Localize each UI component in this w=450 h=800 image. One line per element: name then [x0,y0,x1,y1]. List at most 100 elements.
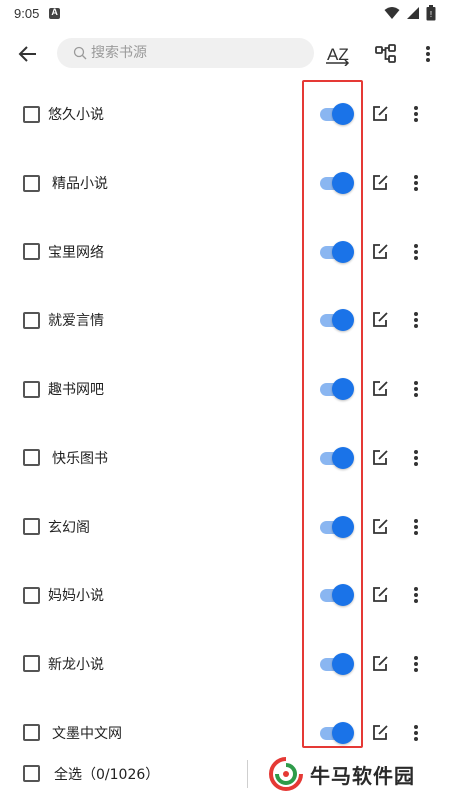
edit-button[interactable] [370,517,390,537]
list-item[interactable]: 悠久小说 [0,80,450,149]
source-name: 趣书网吧 [48,382,104,399]
row-checkbox[interactable] [23,586,40,604]
list-item[interactable]: 妈妈小说 [0,561,450,630]
edit-button[interactable] [370,585,390,605]
list-item[interactable]: 快乐图书 [0,424,450,493]
enable-switch[interactable] [320,652,354,675]
search-input[interactable] [91,45,311,61]
row-more-button[interactable] [406,173,426,193]
list-item[interactable]: 新龙小说 [0,630,450,699]
more-vert-icon [414,449,418,466]
source-name: 玄幻阁 [48,519,90,536]
row-more-button[interactable] [406,517,426,537]
edit-icon [373,656,388,671]
source-name: 妈妈小说 [48,588,104,605]
enable-switch[interactable] [320,446,354,469]
edit-button[interactable] [370,242,390,262]
list-item[interactable]: 玄幻阁 [0,492,450,561]
row-checkbox[interactable] [23,105,40,123]
enable-switch[interactable] [320,240,354,263]
more-vert-icon [426,46,430,62]
watermark-logo-icon [269,757,303,791]
more-vert-icon [414,175,418,192]
sort-az-icon: AZ [326,45,350,66]
edit-icon [373,312,388,328]
row-more-button[interactable] [406,723,426,743]
enable-switch[interactable] [320,721,354,744]
row-checkbox[interactable] [23,724,40,742]
row-more-button[interactable] [406,104,426,124]
wifi-icon [384,7,400,19]
row-checkbox[interactable] [23,243,40,261]
edit-icon [373,724,388,740]
list-item[interactable]: 就爱言情 [0,286,450,355]
more-vert-icon [414,724,418,741]
edit-button[interactable] [370,379,390,399]
enable-switch[interactable] [320,172,354,195]
row-more-button[interactable] [406,242,426,262]
edit-icon [373,243,388,259]
source-name: 新龙小说 [48,656,104,673]
source-name: 快乐图书 [52,450,108,467]
bottom-bar: 全选（0/1026） 牛马软件园 [0,756,450,800]
divider [247,760,248,788]
battery-icon: ! [426,5,436,21]
search-icon [73,46,87,60]
watermark-text: 牛马软件园 [310,763,415,788]
sort-button[interactable]: AZ [322,40,354,68]
more-vert-icon [414,106,418,123]
row-more-button[interactable] [406,448,426,468]
more-vert-icon [414,587,418,604]
signal-icon [407,7,419,19]
search-bar[interactable] [57,38,314,68]
row-checkbox[interactable] [23,380,40,398]
enable-switch[interactable] [320,378,354,401]
list-item[interactable]: 精品小说 [0,149,450,218]
edit-button[interactable] [370,448,390,468]
source-name: 文墨中文网 [52,725,122,742]
more-options-button[interactable] [414,40,442,68]
back-button[interactable] [14,40,42,68]
edit-button[interactable] [370,310,390,330]
row-checkbox[interactable] [23,174,40,192]
select-all-label[interactable]: 全选（0/1026） [54,764,159,784]
edit-button[interactable] [370,173,390,193]
row-checkbox[interactable] [23,311,40,329]
watermark: 牛马软件园 [268,756,415,792]
edit-button[interactable] [370,723,390,743]
row-more-button[interactable] [406,585,426,605]
arrow-left-icon [18,46,36,62]
source-name: 宝里网络 [48,244,104,261]
group-button[interactable] [370,40,402,68]
source-name: 精品小说 [52,176,108,193]
status-icons: ! [384,5,436,21]
edit-icon [373,587,388,603]
enable-switch[interactable] [320,584,354,607]
more-vert-icon [414,655,418,672]
select-all-checkbox[interactable] [23,765,40,782]
edit-icon [373,518,388,534]
status-time: 9:05 [14,5,40,21]
row-checkbox[interactable] [23,518,40,536]
edit-button[interactable] [370,654,390,674]
row-more-button[interactable] [406,310,426,330]
enable-switch[interactable] [320,103,354,126]
enable-switch[interactable] [320,309,354,332]
svg-text:!: ! [430,10,432,19]
group-icon [375,44,396,63]
edit-icon [373,449,388,465]
list-item[interactable]: 宝里网络 [0,217,450,286]
edit-button[interactable] [370,104,390,124]
more-vert-icon [414,243,418,260]
row-checkbox[interactable] [23,449,40,467]
list-item[interactable]: 趣书网吧 [0,355,450,424]
app-bar: AZ [0,26,450,80]
more-vert-icon [414,312,418,329]
enable-switch[interactable] [320,515,354,538]
edit-icon [373,175,388,190]
notification-icon [49,7,61,19]
row-more-button[interactable] [406,379,426,399]
row-more-button[interactable] [406,654,426,674]
edit-icon [373,106,388,122]
row-checkbox[interactable] [23,655,40,673]
